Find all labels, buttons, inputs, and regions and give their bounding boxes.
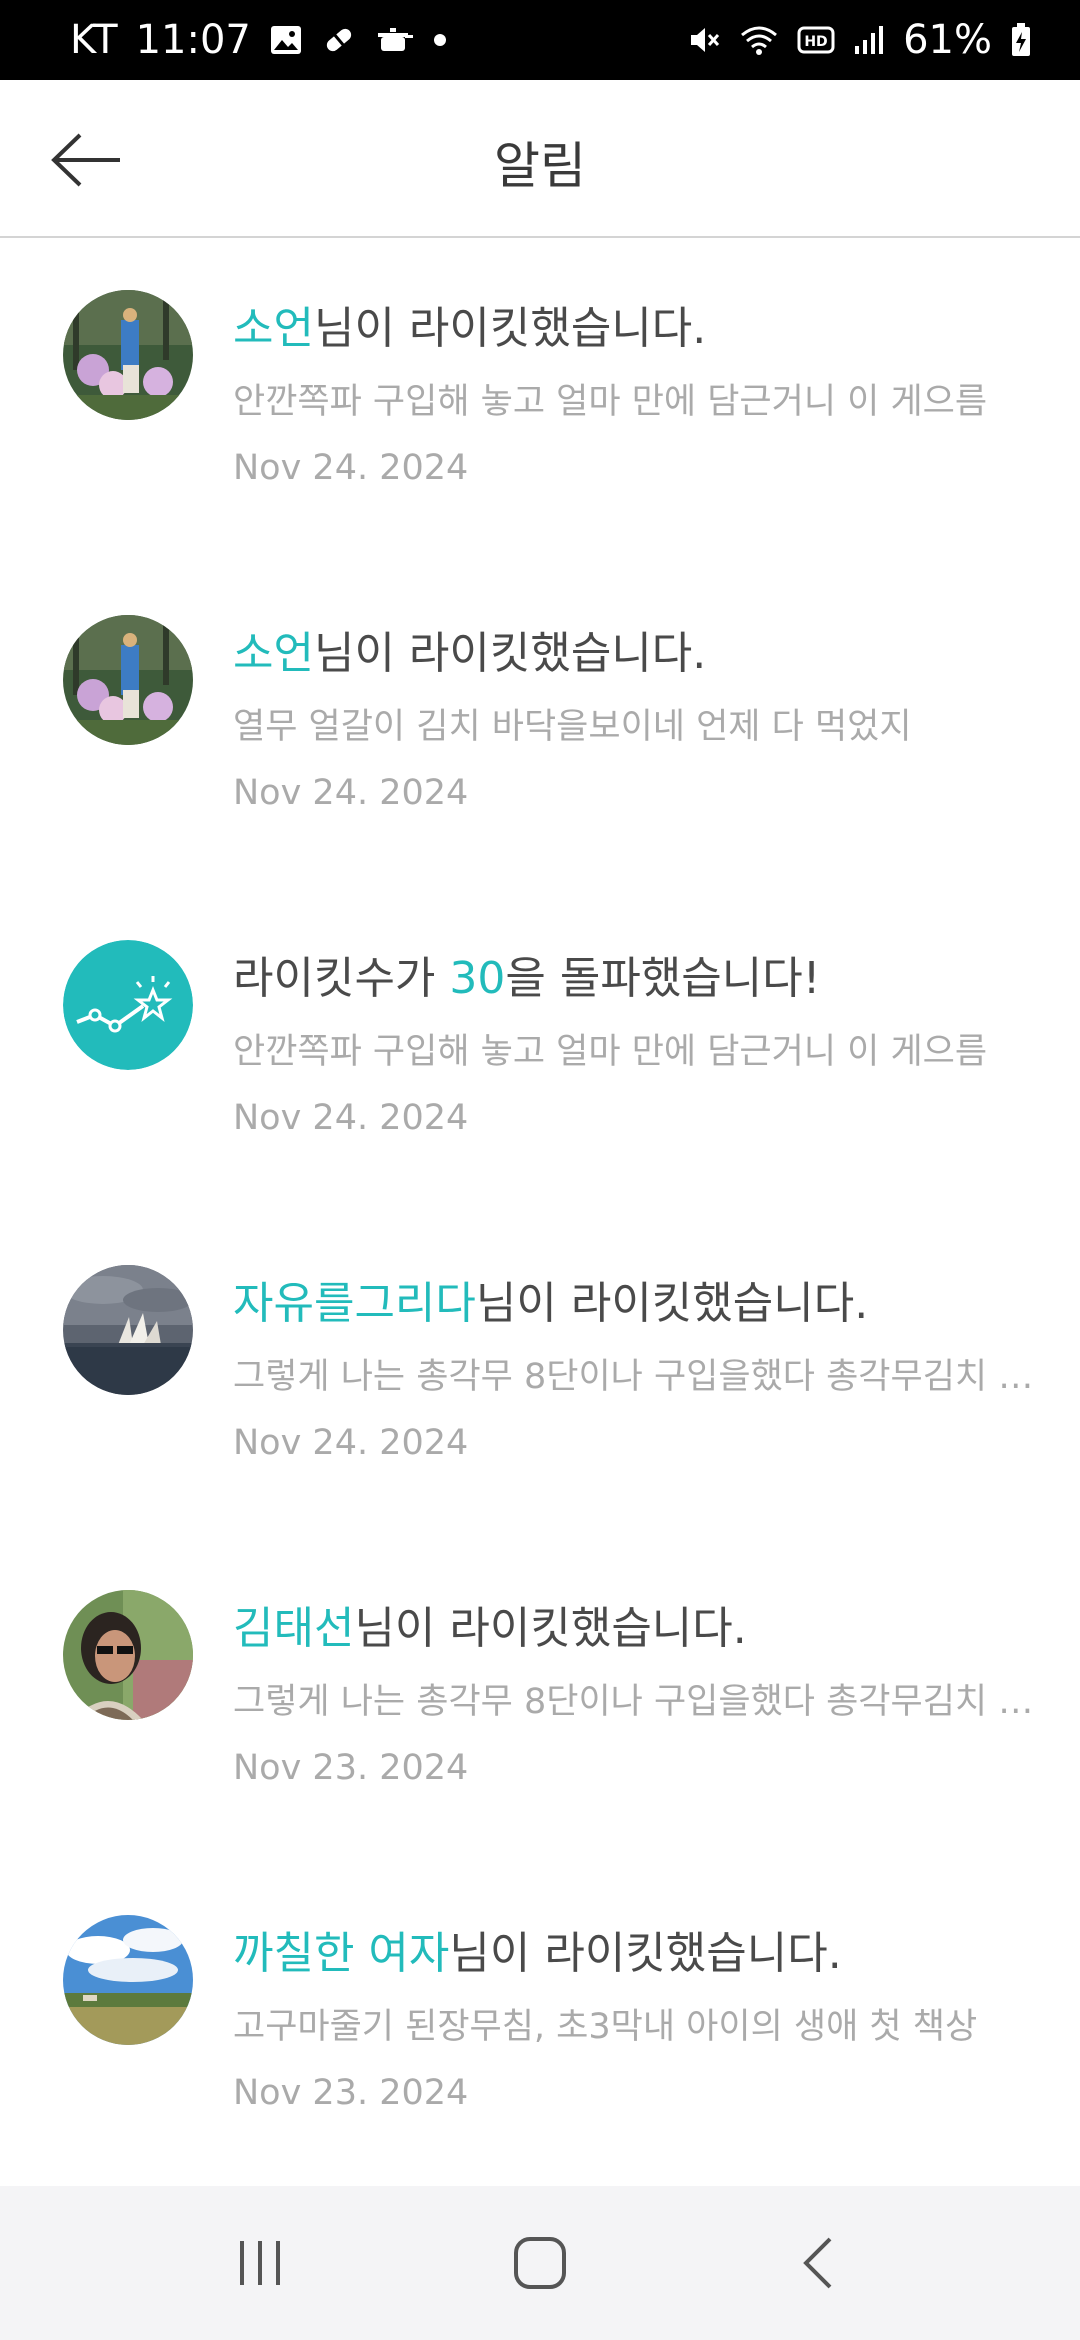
user-name-link[interactable]: 까칠한 여자: [233, 1928, 449, 1979]
user-name-link[interactable]: 김태선: [233, 1603, 354, 1654]
avatar: [63, 1915, 193, 2045]
app-header: 알림: [0, 80, 1080, 238]
system-nav-bar: [0, 2186, 1080, 2340]
notification-title: 김태선님이 라이킷했습니다.: [233, 1603, 747, 1654]
notification-item[interactable]: 라이킷수가 30을 돌파했습니다! 안깐쪽파 구입해 놓고 얼마 만에 담근거니…: [0, 890, 1080, 1215]
notification-date: Nov 23. 2024: [233, 2073, 469, 2113]
avatar: [63, 615, 193, 745]
user-name-link[interactable]: 자유를그리다: [233, 1278, 476, 1329]
notification-date: Nov 24. 2024: [233, 1423, 469, 1463]
notification-title: 소언님이 라이킷했습니다.: [233, 628, 707, 679]
user-name-link[interactable]: 소언: [233, 628, 314, 679]
clock: 11:07: [135, 17, 251, 63]
home-button[interactable]: [480, 2213, 600, 2313]
status-left: KT 11:07: [70, 17, 447, 63]
notification-item[interactable]: 까칠한 여자님이 라이킷했습니다. 고구마줄기 된장무침, 초3막내 아이의 생…: [0, 1865, 1080, 2190]
carrier-label: KT: [70, 17, 118, 63]
notification-body: 그렇게 나는 총각무 8단이나 구입을했다 총각무김치 담그기: [233, 1357, 1040, 1397]
mute-icon: [687, 23, 721, 57]
notification-date: Nov 24. 2024: [233, 448, 469, 488]
page-title: 알림: [494, 137, 586, 195]
pot-icon: [375, 23, 415, 57]
recent-apps-button[interactable]: [200, 2213, 320, 2313]
notification-body: 안깐쪽파 구입해 놓고 얼마 만에 담근거니 이 게으름: [233, 382, 988, 422]
hd-voice-icon: HD: [797, 25, 835, 55]
notification-title: 자유를그리다님이 라이킷했습니다.: [233, 1278, 869, 1329]
notification-body: 고구마줄기 된장무침, 초3막내 아이의 생애 첫 책상: [233, 2007, 978, 2047]
notification-body: 안깐쪽파 구입해 놓고 얼마 만에 담근거니 이 게으름: [233, 1032, 988, 1072]
notification-title: 라이킷수가 30을 돌파했습니다!: [233, 953, 821, 1004]
notification-dot-icon: [433, 33, 447, 47]
avatar: [63, 1590, 193, 1720]
battery-charging-icon: [1010, 22, 1032, 58]
svg-text:HD: HD: [804, 34, 827, 50]
notification-list: 소언님이 라이킷했습니다. 안깐쪽파 구입해 놓고 얼마 만에 담근거니 이 게…: [0, 240, 1080, 2190]
milestone-chart-icon: [63, 940, 193, 1070]
notification-item[interactable]: 소언님이 라이킷했습니다. 안깐쪽파 구입해 놓고 얼마 만에 담근거니 이 게…: [0, 240, 1080, 565]
wifi-icon: [739, 23, 779, 57]
notification-date: Nov 24. 2024: [233, 1098, 469, 1138]
notification-item[interactable]: 김태선님이 라이킷했습니다. 그렇게 나는 총각무 8단이나 구입을했다 총각무…: [0, 1540, 1080, 1865]
notification-body: 그렇게 나는 총각무 8단이나 구입을했다 총각무김치 담그기: [233, 1682, 1040, 1722]
user-name-link[interactable]: 소언: [233, 303, 314, 354]
avatar: [63, 1265, 193, 1395]
pill-icon: [321, 22, 357, 58]
notification-item[interactable]: 소언님이 라이킷했습니다. 열무 얼갈이 김치 바닥을보이네 언제 다 먹었지 …: [0, 565, 1080, 890]
chevron-left-icon: [803, 2237, 832, 2289]
recent-apps-icon: [240, 2241, 280, 2285]
notification-date: Nov 23. 2024: [233, 1748, 469, 1788]
notification-title: 까칠한 여자님이 라이킷했습니다.: [233, 1928, 842, 1979]
notification-body: 열무 얼갈이 김치 바닥을보이네 언제 다 먹었지: [233, 707, 912, 747]
system-back-button[interactable]: [760, 2213, 880, 2313]
notification-date: Nov 24. 2024: [233, 773, 469, 813]
avatar: [63, 290, 193, 420]
battery-percent: 61%: [903, 17, 992, 63]
gallery-icon: [269, 23, 303, 57]
notification-item[interactable]: 자유를그리다님이 라이킷했습니다. 그렇게 나는 총각무 8단이나 구입을했다 …: [0, 1215, 1080, 1540]
signal-icon: [853, 24, 885, 56]
status-bar: KT 11:07 HD 61%: [0, 0, 1080, 80]
notification-title: 소언님이 라이킷했습니다.: [233, 303, 707, 354]
status-right: HD 61%: [687, 17, 1032, 63]
home-icon: [514, 2237, 566, 2289]
milestone-count: 30: [449, 953, 506, 1004]
